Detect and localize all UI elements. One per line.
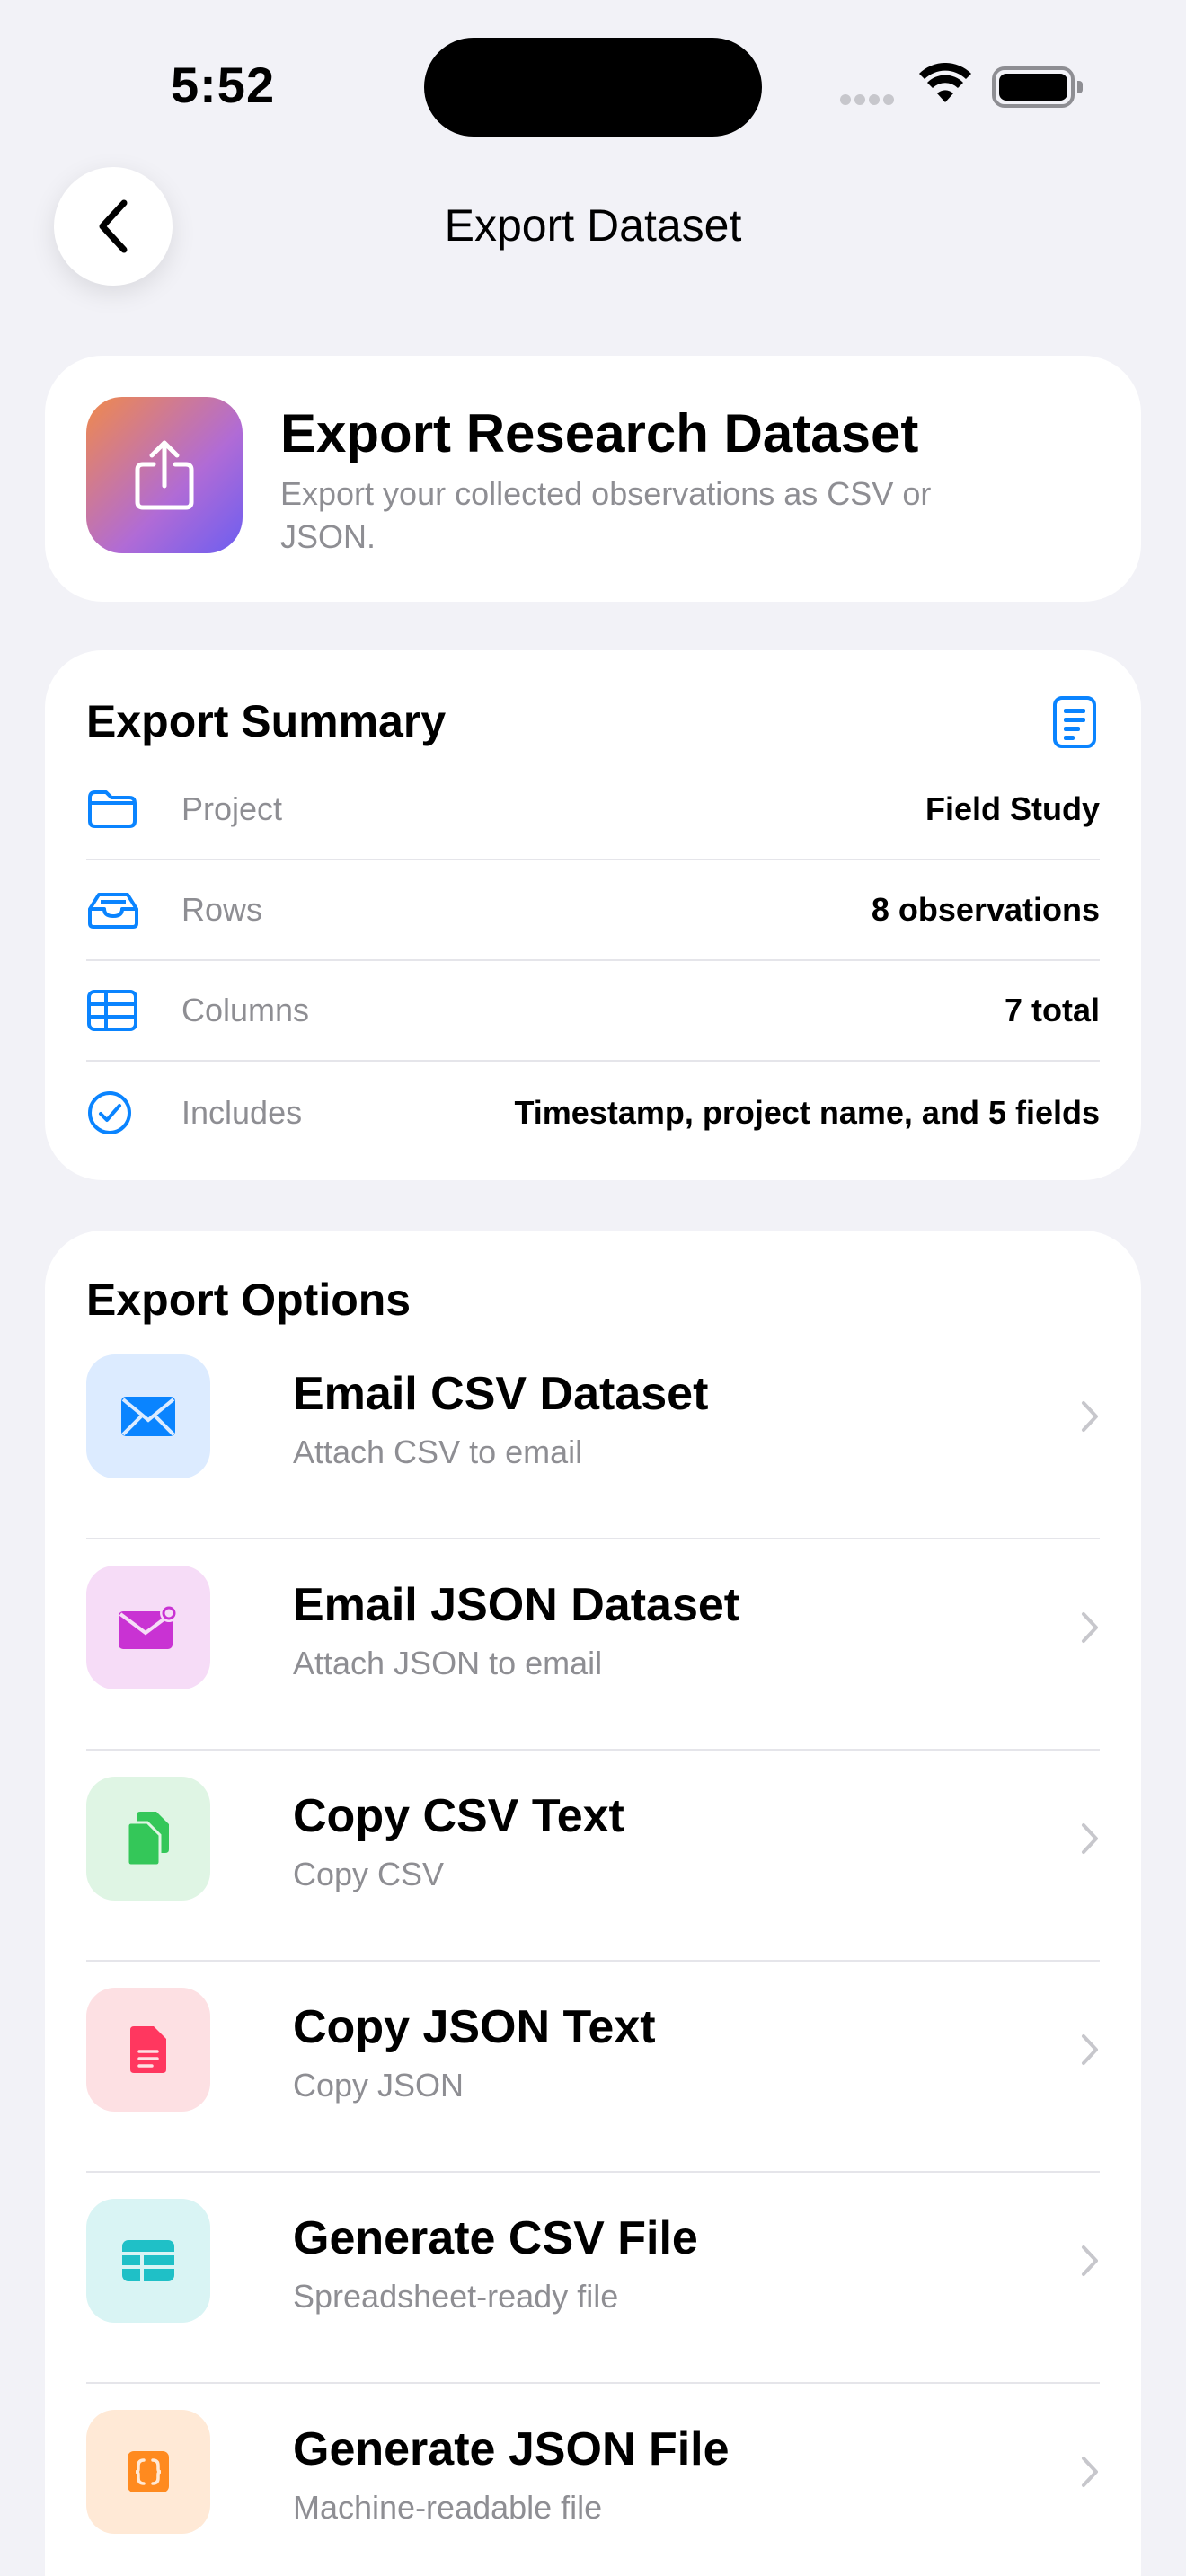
chevron-right-icon [1082,2457,1098,2487]
option-copy-json[interactable]: Copy JSON Text Copy JSON [86,1954,1100,2164]
option-description: Machine-readable file [293,2489,603,2526]
summary-label: Includes [181,1094,303,1131]
option-description: Copy JSON [293,2067,465,2104]
summary-value: Field Study [925,790,1100,827]
option-title: Email CSV Dataset [293,1368,709,1420]
options-title: Export Options [86,1275,412,1325]
summary-value: 8 observations [871,891,1100,928]
share-icon [86,397,243,553]
option-description: Attach CSV to email [293,1434,583,1470]
summary-value: Timestamp, project name, and 5 fields [514,1094,1100,1131]
wifi-icon [918,62,972,109]
option-description: Spreadsheet-ready file [293,2278,619,2315]
status-time: 5:52 [171,57,276,113]
option-description: Attach JSON to email [293,1645,603,1681]
option-title: Generate JSON File [293,2423,730,2475]
page-title: Export Dataset [444,200,742,251]
header-title: Export Research Dataset [280,403,919,463]
summary-label: Project [181,790,283,827]
chevron-right-icon [1082,1823,1098,1854]
option-generate-json[interactable]: Generate JSON File Machine-readable file [86,2376,1100,2576]
summary-value: 7 total [1004,992,1100,1028]
chevron-right-icon [1082,1612,1098,1643]
tray-icon [86,889,146,931]
summary-row-project: Project Field Study [86,760,1100,859]
option-title: Copy JSON Text [293,2001,656,2053]
option-email-csv[interactable]: Email CSV Dataset Attach CSV to email [86,1320,1100,1531]
option-title: Email JSON Dataset [293,1579,740,1631]
divider [86,1060,1100,1062]
envelope-icon [86,1354,210,1478]
checkmark-circle-icon [86,1090,146,1136]
curly-braces-icon [86,2410,210,2534]
summary-label: Rows [181,891,263,928]
summary-title: Export Summary [86,696,447,746]
chevron-right-icon [1082,1401,1098,1432]
export-options-card: Export Options Email CSV Dataset Attach … [45,1231,1141,2576]
envelope-badge-icon [86,1566,210,1689]
table-icon [86,989,146,1032]
summary-row-includes: Includes Timestamp, project name, and 5 … [86,1063,1100,1162]
option-generate-csv[interactable]: Generate CSV File Spreadsheet-ready file [86,2165,1100,2375]
option-title: Copy CSV Text [293,1790,624,1842]
export-summary-card: Export Summary Project Field Study Rows … [45,650,1141,1180]
export-header-card: Export Research Dataset Export your coll… [45,356,1141,602]
dynamic-island [424,38,762,137]
document-text-icon [86,1988,210,2112]
option-description: Copy CSV [293,1856,445,1892]
copy-documents-icon [86,1777,210,1901]
chevron-right-icon [1082,2034,1098,2065]
battery-icon [992,66,1083,108]
document-icon [1051,695,1098,754]
cellular-signal-icon [840,93,901,106]
option-copy-csv[interactable]: Copy CSV Text Copy CSV [86,1742,1100,1953]
summary-label: Columns [181,992,310,1028]
chevron-right-icon [1082,2245,1098,2276]
status-bar: 5:52 [0,0,1186,153]
summary-row-columns: Columns 7 total [86,961,1100,1060]
option-title: Generate CSV File [293,2212,698,2264]
header-subtitle: Export your collected observations as CS… [280,475,932,555]
table-icon [86,2199,210,2323]
option-email-json[interactable]: Email JSON Dataset Attach JSON to email [86,1531,1100,1742]
summary-row-rows: Rows 8 observations [86,860,1100,959]
folder-icon [86,789,146,830]
